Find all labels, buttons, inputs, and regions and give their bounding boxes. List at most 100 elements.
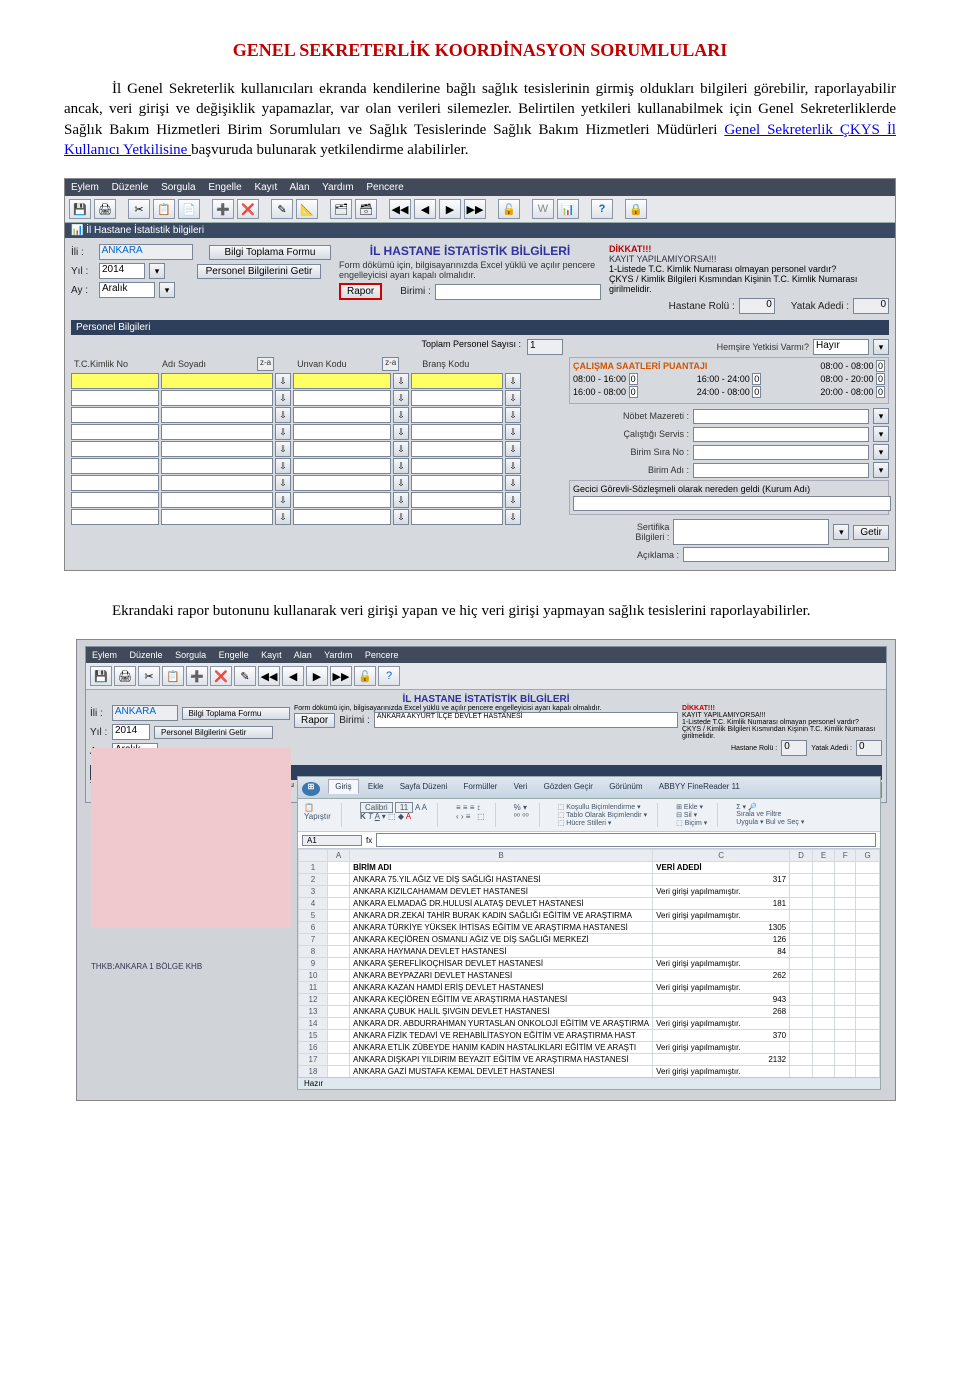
shift-3-v[interactable]: 0 (876, 373, 885, 385)
cell-brans[interactable] (411, 424, 503, 440)
sirano-field[interactable] (693, 445, 869, 460)
ay-dropdown-icon[interactable]: ▾ (159, 282, 175, 298)
underline-icon[interactable]: A (375, 812, 380, 821)
row-num[interactable]: 11 (299, 982, 328, 994)
getir-button[interactable]: Getir (853, 525, 889, 540)
ss2-save-icon[interactable]: 💾 (90, 666, 112, 686)
cell-c[interactable]: Veri girişi yapılmamıştır. (653, 910, 790, 922)
office-button-icon[interactable]: ⊞ (302, 782, 320, 796)
cell-c[interactable]: 181 (653, 898, 790, 910)
excel-tab-gozden[interactable]: Gözden Geçir (537, 779, 600, 794)
nobet-dd-icon[interactable]: ▾ (873, 408, 889, 424)
excel-tab-veri[interactable]: Veri (507, 779, 535, 794)
cell-e[interactable] (812, 1006, 834, 1018)
col-d[interactable]: D (790, 850, 813, 862)
cell-g[interactable] (856, 946, 880, 958)
cell-unvan[interactable] (293, 441, 391, 457)
excel-row[interactable]: 9ANKARA ŞEREFLİKOÇHİSAR DEVLET HASTANESİ… (299, 958, 880, 970)
cell-c[interactable]: 370 (653, 1030, 790, 1042)
cell-d[interactable] (790, 982, 813, 994)
servis-dd-icon[interactable]: ▾ (873, 426, 889, 442)
ss2-help-icon[interactable]: ? (378, 666, 400, 686)
cell-a[interactable] (328, 994, 350, 1006)
cell-a[interactable] (328, 970, 350, 982)
cell-brans[interactable] (411, 475, 503, 491)
nobet-field[interactable] (693, 409, 869, 424)
cell-b[interactable]: ANKARA DIŞKAPI YILDIRIM BEYAZIT EĞİTİM V… (350, 1054, 653, 1066)
cell-d[interactable] (790, 970, 813, 982)
menu-engelle[interactable]: Engelle (208, 182, 241, 193)
bold-icon[interactable]: K (360, 812, 366, 821)
cell-ad[interactable] (161, 407, 273, 423)
cell-c[interactable]: Veri girişi yapılmamıştır. (653, 1042, 790, 1054)
ss2-pers-btn[interactable]: Personel Bilgilerini Getir (154, 726, 273, 739)
cell-unvan[interactable] (293, 424, 391, 440)
shift-6-v[interactable]: 0 (876, 386, 885, 398)
cell-c[interactable]: 317 (653, 874, 790, 886)
cell-g[interactable] (856, 934, 880, 946)
cell-e[interactable] (812, 910, 834, 922)
cell-b[interactable]: ANKARA ELMADAĞ DR.HULUSİ ALATAŞ DEVLET H… (350, 898, 653, 910)
ss2-menu-yardim[interactable]: Yardım (324, 650, 352, 660)
row-dd3-icon[interactable]: ⇩ (505, 407, 521, 423)
help-icon[interactable]: ? (591, 199, 613, 219)
shift-2-v[interactable]: 0 (876, 360, 885, 372)
cell-brans[interactable] (411, 407, 503, 423)
cell-d[interactable] (790, 1006, 813, 1018)
excel-tab-sayfa[interactable]: Sayfa Düzeni (393, 779, 455, 794)
ss2-menu-engelle[interactable]: Engelle (219, 650, 249, 660)
ss2-menu-duzenle[interactable]: Düzenle (130, 650, 163, 660)
shift-5-v[interactable]: 0 (752, 386, 761, 398)
cell-c[interactable]: Veri girişi yapılmamıştır. (653, 1018, 790, 1030)
cell-unvan[interactable] (293, 492, 391, 508)
excel-row[interactable]: 8ANKARA HAYMANA DEVLET HASTANESİ84 (299, 946, 880, 958)
table-row[interactable]: ⇩⇩⇩ (71, 407, 563, 423)
cell-tc[interactable] (71, 492, 159, 508)
cell-g[interactable] (856, 982, 880, 994)
cell-g[interactable] (856, 1054, 880, 1066)
row-dd2-icon[interactable]: ⇩ (393, 492, 409, 508)
cell-g[interactable] (856, 1042, 880, 1054)
row-num[interactable]: 3 (299, 886, 328, 898)
cell-b[interactable]: ANKARA TÜRKİYE YÜKSEK İHTİSAS EĞİTİM VE … (350, 922, 653, 934)
cell-unvan[interactable] (293, 407, 391, 423)
row-dd3-icon[interactable]: ⇩ (505, 475, 521, 491)
cell-b[interactable]: ANKARA GAZİ MUSTAFA KEMAL DEVLET HASTANE… (350, 1066, 653, 1078)
cell-e[interactable] (812, 934, 834, 946)
excel-tab-giris[interactable]: Giriş (328, 779, 358, 794)
row-dd2-icon[interactable]: ⇩ (393, 390, 409, 406)
excel-row[interactable]: 1BİRİM ADIVERİ ADEDİ (299, 862, 880, 874)
col-a[interactable]: A (328, 850, 350, 862)
col-g[interactable]: G (856, 850, 880, 862)
ss2-menu-sorgula[interactable]: Sorgula (175, 650, 206, 660)
cell-d[interactable] (790, 1054, 813, 1066)
cell-e[interactable] (812, 1054, 834, 1066)
table-row[interactable]: ⇩⇩⇩ (71, 458, 563, 474)
cell-g[interactable] (856, 1006, 880, 1018)
ss2-print-icon[interactable]: 🖨 (114, 666, 136, 686)
row-dd1-icon[interactable]: ⇩ (275, 373, 291, 389)
cell-g[interactable] (856, 862, 880, 874)
cell-f[interactable] (835, 886, 856, 898)
hemsire-dropdown-icon[interactable]: ▾ (873, 339, 889, 355)
cell-d[interactable] (790, 958, 813, 970)
excel-row[interactable]: 17ANKARA DIŞKAPI YILDIRIM BEYAZIT EĞİTİM… (299, 1054, 880, 1066)
cell-b[interactable]: ANKARA FİZİK TEDAVİ VE REHABİLİTASYON EĞ… (350, 1030, 653, 1042)
excel-row[interactable]: 14ANKARA DR. ABDURRAHMAN YURTASLAN ONKOL… (299, 1018, 880, 1030)
sert-field[interactable] (673, 519, 829, 545)
cell-e[interactable] (812, 1066, 834, 1078)
cell-g[interactable] (856, 922, 880, 934)
row-num[interactable]: 15 (299, 1030, 328, 1042)
cell-f[interactable] (835, 1006, 856, 1018)
cell-e[interactable] (812, 946, 834, 958)
cell-f[interactable] (835, 898, 856, 910)
cell-tc[interactable] (71, 441, 159, 457)
cell-d[interactable] (790, 1018, 813, 1030)
paste-icon[interactable]: 📄 (178, 199, 200, 219)
edit-icon[interactable]: ✎ (271, 199, 293, 219)
cell-b[interactable]: ANKARA ETLİK ZÜBEYDE HANIM KADIN HASTALI… (350, 1042, 653, 1054)
cell-d[interactable] (790, 1042, 813, 1054)
cell-e[interactable] (812, 958, 834, 970)
cell-b[interactable]: ANKARA KAZAN HAMDİ ERİŞ DEVLET HASTANESİ (350, 982, 653, 994)
excel-tab-abbyy[interactable]: ABBYY FineReader 11 (652, 779, 747, 794)
